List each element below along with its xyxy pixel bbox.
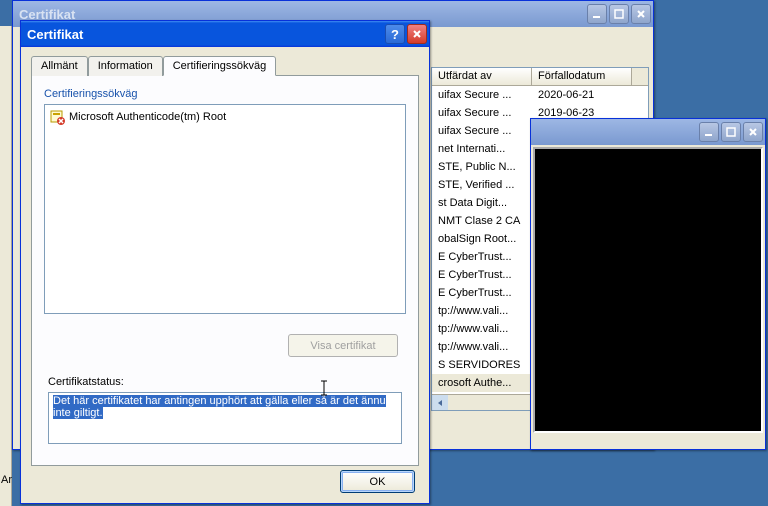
tab-information[interactable]: Information — [88, 56, 163, 76]
cell-issuer: uifax Secure ... — [432, 89, 532, 101]
close-button[interactable] — [743, 122, 763, 142]
cell-issuer: uifax Secure ... — [432, 107, 532, 119]
cell-issuer: tp://www.vali... — [432, 305, 532, 317]
minimize-button[interactable] — [587, 4, 607, 24]
close-button[interactable] — [631, 4, 651, 24]
cell-issuer: E CyberTrust... — [432, 287, 532, 299]
col-issuer[interactable]: Utfärdat av — [432, 68, 532, 85]
cmd-titlebar[interactable] — [531, 119, 765, 145]
tab-certification-path[interactable]: Certifieringssökväg — [163, 56, 277, 76]
close-button[interactable] — [407, 24, 427, 44]
path-root-label: Microsoft Authenticode(tm) Root — [69, 111, 226, 123]
command-output[interactable] — [533, 147, 763, 433]
cell-issuer: STE, Public N... — [432, 161, 532, 173]
certificate-error-icon — [49, 109, 65, 125]
cell-issuer: STE, Verified ... — [432, 179, 532, 191]
command-prompt-window — [530, 118, 766, 450]
minimize-button[interactable] — [699, 122, 719, 142]
list-header: Utfärdat av Förfallodatum — [432, 68, 648, 86]
maximize-button[interactable] — [721, 122, 741, 142]
col-expiry[interactable]: Förfallodatum — [532, 68, 632, 85]
cell-issuer: uifax Secure ... — [432, 125, 532, 137]
background-strip: Ar — [0, 26, 12, 506]
cell-issuer: st Data Digit... — [432, 197, 532, 209]
ok-button[interactable]: OK — [340, 470, 415, 493]
tab-strip: Allmänt Information Certifieringssökväg — [31, 55, 419, 76]
cert-titlebar[interactable]: Certifikat ? — [21, 21, 429, 47]
cell-expiry: 2020-06-21 — [532, 89, 622, 101]
cert-title: Certifikat — [27, 27, 383, 42]
scroll-left-button[interactable] — [432, 395, 448, 411]
certificate-status-box: Det här certifikatet har antingen upphör… — [48, 392, 402, 444]
cell-issuer: E CyberTrust... — [432, 251, 532, 263]
tab-panel: Certifieringssökväg Microsoft Authentico… — [31, 76, 419, 466]
maximize-button[interactable] — [609, 4, 629, 24]
text-cursor-icon — [319, 379, 329, 402]
certificate-status-label: Certifikatstatus: — [48, 376, 124, 388]
cell-issuer: crosoft Authe... — [432, 377, 532, 389]
table-row[interactable]: uifax Secure ...2020-06-21 — [432, 86, 648, 104]
path-group-header: Certifieringssökväg — [44, 88, 406, 100]
path-root-item[interactable]: Microsoft Authenticode(tm) Root — [49, 109, 401, 125]
help-button[interactable]: ? — [385, 24, 405, 44]
help-icon: ? — [391, 27, 399, 42]
strip-label: Ar — [1, 474, 12, 486]
cell-issuer: tp://www.vali... — [432, 341, 532, 353]
cell-issuer: net Internati... — [432, 143, 532, 155]
cell-issuer: obalSign Root... — [432, 233, 532, 245]
certification-path-tree[interactable]: Microsoft Authenticode(tm) Root — [44, 104, 406, 314]
cell-issuer: tp://www.vali... — [432, 323, 532, 335]
view-certificate-button: Visa certifikat — [288, 334, 398, 357]
certificate-dialog: Certifikat ? Allmänt Information Certifi… — [20, 20, 430, 504]
certificate-status-text: Det här certifikatet har antingen upphör… — [53, 395, 386, 419]
tab-general[interactable]: Allmänt — [31, 56, 88, 76]
cell-issuer: E CyberTrust... — [432, 269, 532, 281]
cell-issuer: S SERVIDORES — [432, 359, 532, 371]
cell-issuer: NMT Clase 2 CA — [432, 215, 532, 227]
